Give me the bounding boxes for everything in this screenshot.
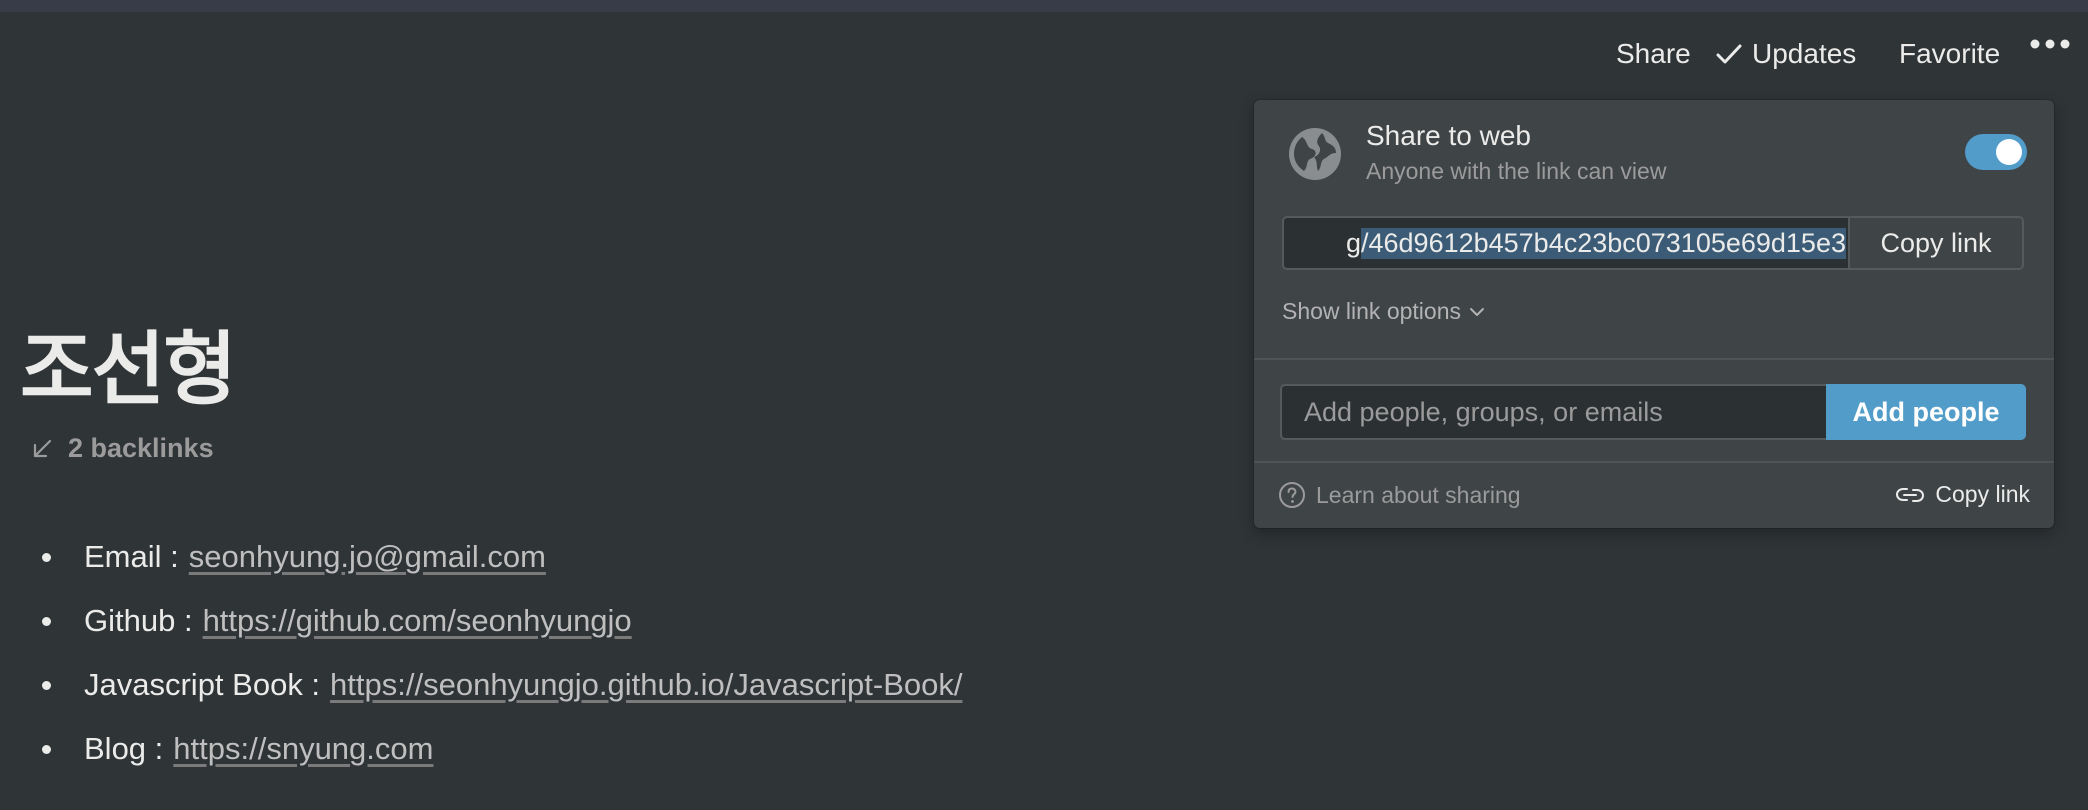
- more-horizontal-icon: [2030, 39, 2070, 49]
- backlinks-label: 2 backlinks: [68, 433, 214, 463]
- copy-link-button[interactable]: Copy link: [1848, 216, 2024, 270]
- share-link-field[interactable]: /46d9612b457b4c23bc073105e69d15e3 g: [1282, 216, 1848, 270]
- github-link[interactable]: https://github.com/seonhyungjo: [203, 592, 632, 650]
- list-item: Email : seonhyung.jo@gmail.com: [36, 525, 962, 589]
- more-options-button[interactable]: [2030, 38, 2070, 50]
- divider: [1254, 358, 2054, 360]
- window-top-strip: [0, 0, 2088, 12]
- bullet: [42, 552, 51, 562]
- arrow-down-left-icon: [33, 439, 52, 457]
- share-to-web-title: Share to web: [1366, 120, 1531, 151]
- footer-copy-link-button[interactable]: Copy link: [1895, 481, 2030, 508]
- divider: [1254, 461, 2054, 463]
- share-to-web-toggle[interactable]: [1965, 134, 2027, 170]
- list-item: Javascript Book : https://seonhyungjo.gi…: [36, 653, 962, 717]
- bullet: [42, 744, 51, 754]
- link-selected-text: /46d9612b457b4c23bc073105e69d15e3: [1361, 227, 1846, 259]
- toggle-knob: [1996, 139, 2022, 165]
- add-people-row: Add people: [1280, 384, 2026, 440]
- add-people-button[interactable]: Add people: [1826, 384, 2026, 440]
- page-title: 조선형: [20, 323, 237, 416]
- share-popover: Share to web Anyone with the link can vi…: [1254, 100, 2054, 528]
- list-item: Blog : https://snyung.com: [36, 717, 962, 781]
- add-people-input[interactable]: [1280, 384, 1826, 440]
- help-icon: [1279, 482, 1305, 508]
- show-link-options-button[interactable]: Show link options: [1282, 298, 1485, 325]
- item-label: Github :: [84, 603, 193, 638]
- backlinks-button[interactable]: 2 backlinks: [30, 433, 214, 464]
- item-label: Email :: [84, 539, 179, 574]
- bullet: [42, 680, 51, 690]
- link-prefix-text: g: [1345, 227, 1361, 258]
- link-icon: [1896, 487, 1925, 502]
- learn-about-sharing-link[interactable]: Learn about sharing: [1278, 481, 1521, 509]
- footer-copy-link-label: Copy link: [1935, 481, 2030, 507]
- javascript-book-link[interactable]: https://seonhyungjo.github.io/Javascript…: [330, 656, 962, 714]
- checkmark-icon: [1716, 44, 1742, 64]
- chevron-down-icon: [1470, 307, 1484, 316]
- item-label: Blog :: [84, 731, 164, 766]
- share-button[interactable]: Share: [1616, 38, 1691, 70]
- updates-label: Updates: [1752, 38, 1857, 69]
- favorite-button[interactable]: Favorite: [1899, 38, 2000, 70]
- learn-about-sharing-label: Learn about sharing: [1316, 481, 1521, 508]
- updates-button[interactable]: Updates: [1716, 38, 1856, 70]
- share-to-web-subtitle: Anyone with the link can view: [1366, 158, 1667, 184]
- item-label: Javascript Book :: [84, 667, 321, 702]
- list-item: Github : https://github.com/seonhyungjo: [36, 589, 962, 653]
- bullet: [42, 616, 51, 626]
- share-link-row: /46d9612b457b4c23bc073105e69d15e3 g Copy …: [1282, 216, 2024, 270]
- globe-icon: [1289, 128, 1341, 180]
- blog-link[interactable]: https://snyung.com: [173, 720, 433, 778]
- content-bullet-list: Email : seonhyung.jo@gmail.com Github : …: [36, 525, 962, 781]
- show-link-options-label: Show link options: [1282, 298, 1461, 324]
- email-link[interactable]: seonhyung.jo@gmail.com: [189, 528, 546, 586]
